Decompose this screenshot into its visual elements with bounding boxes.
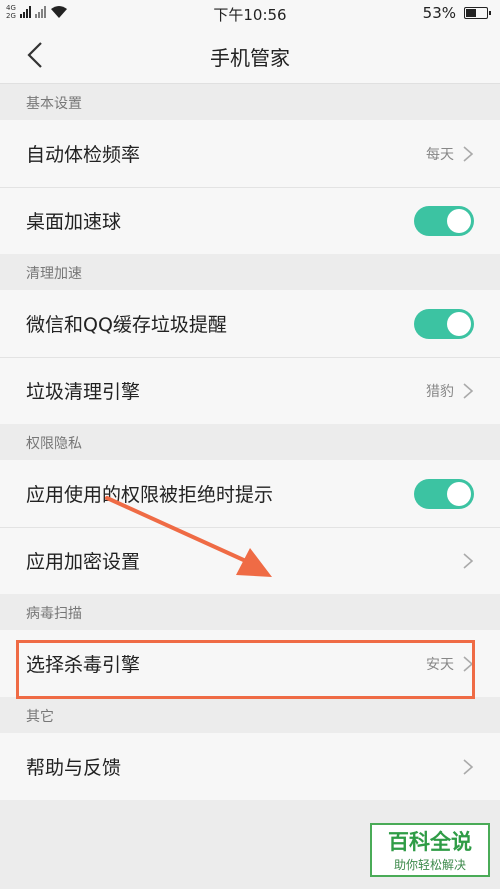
- section-header: 清理加速: [0, 254, 500, 290]
- watermark-title: 百科全说: [388, 830, 472, 854]
- settings-row[interactable]: 垃圾清理引擎 猎豹: [0, 357, 500, 424]
- settings-row-label: 自动体检频率: [26, 144, 141, 166]
- settings-row[interactable]: 帮助与反馈: [0, 733, 500, 800]
- toggle-knob: [447, 208, 471, 233]
- toggle-switch[interactable]: [414, 205, 474, 236]
- settings-row-label: 桌面加速球: [26, 211, 122, 233]
- status-bar: 4G 2G 下午10:56 53%: [0, 0, 500, 26]
- back-button[interactable]: [18, 38, 52, 72]
- page-title: 手机管家: [210, 46, 290, 70]
- section-header: 其它: [0, 697, 500, 733]
- chevron-right-icon: [463, 655, 474, 672]
- chevron-right-icon: [463, 552, 474, 569]
- toggle-switch[interactable]: [414, 308, 474, 339]
- toggle-knob: [447, 481, 471, 506]
- settings-row-value: 猎豹: [426, 383, 454, 400]
- settings-row-label: 选择杀毒引擎: [26, 654, 141, 676]
- toggle-knob: [447, 311, 471, 336]
- settings-row[interactable]: 选择杀毒引擎 安天: [0, 630, 500, 697]
- settings-row-value: 安天: [426, 656, 454, 673]
- settings-row-value: 每天: [426, 146, 454, 163]
- section-header: 基本设置: [0, 84, 500, 120]
- settings-list: 基本设置自动体检频率 每天桌面加速球清理加速微信和QQ缓存垃圾提醒 垃圾清理引擎 猎豹…: [0, 84, 500, 800]
- settings-row[interactable]: 微信和QQ缓存垃圾提醒: [0, 290, 500, 357]
- settings-row-label: 应用使用的权限被拒绝时提示: [26, 484, 274, 506]
- section-header: 病毒扫描: [0, 594, 500, 630]
- chevron-right-icon: [463, 758, 474, 775]
- settings-row-label: 垃圾清理引擎: [26, 381, 141, 403]
- settings-row[interactable]: 桌面加速球: [0, 187, 500, 254]
- chevron-left-icon: [27, 42, 42, 68]
- nav-bar: 手机管家: [0, 26, 500, 84]
- section-header: 权限隐私: [0, 424, 500, 460]
- chevron-right-icon: [463, 382, 474, 399]
- battery-percent: 53%: [422, 4, 456, 22]
- settings-row-label: 帮助与反馈: [26, 757, 122, 779]
- watermark-subtitle: 助你轻松解决: [393, 858, 466, 872]
- settings-row-label: 应用加密设置: [26, 551, 141, 573]
- chevron-right-icon: [463, 145, 474, 162]
- settings-row[interactable]: 应用加密设置: [0, 527, 500, 594]
- battery-icon: [464, 7, 491, 19]
- settings-row[interactable]: 自动体检频率 每天: [0, 120, 500, 187]
- settings-row-label: 微信和QQ缓存垃圾提醒: [26, 314, 227, 336]
- watermark-logo: 百科全说 助你轻松解决: [370, 823, 490, 877]
- toggle-switch[interactable]: [414, 478, 474, 509]
- settings-row[interactable]: 应用使用的权限被拒绝时提示: [0, 460, 500, 527]
